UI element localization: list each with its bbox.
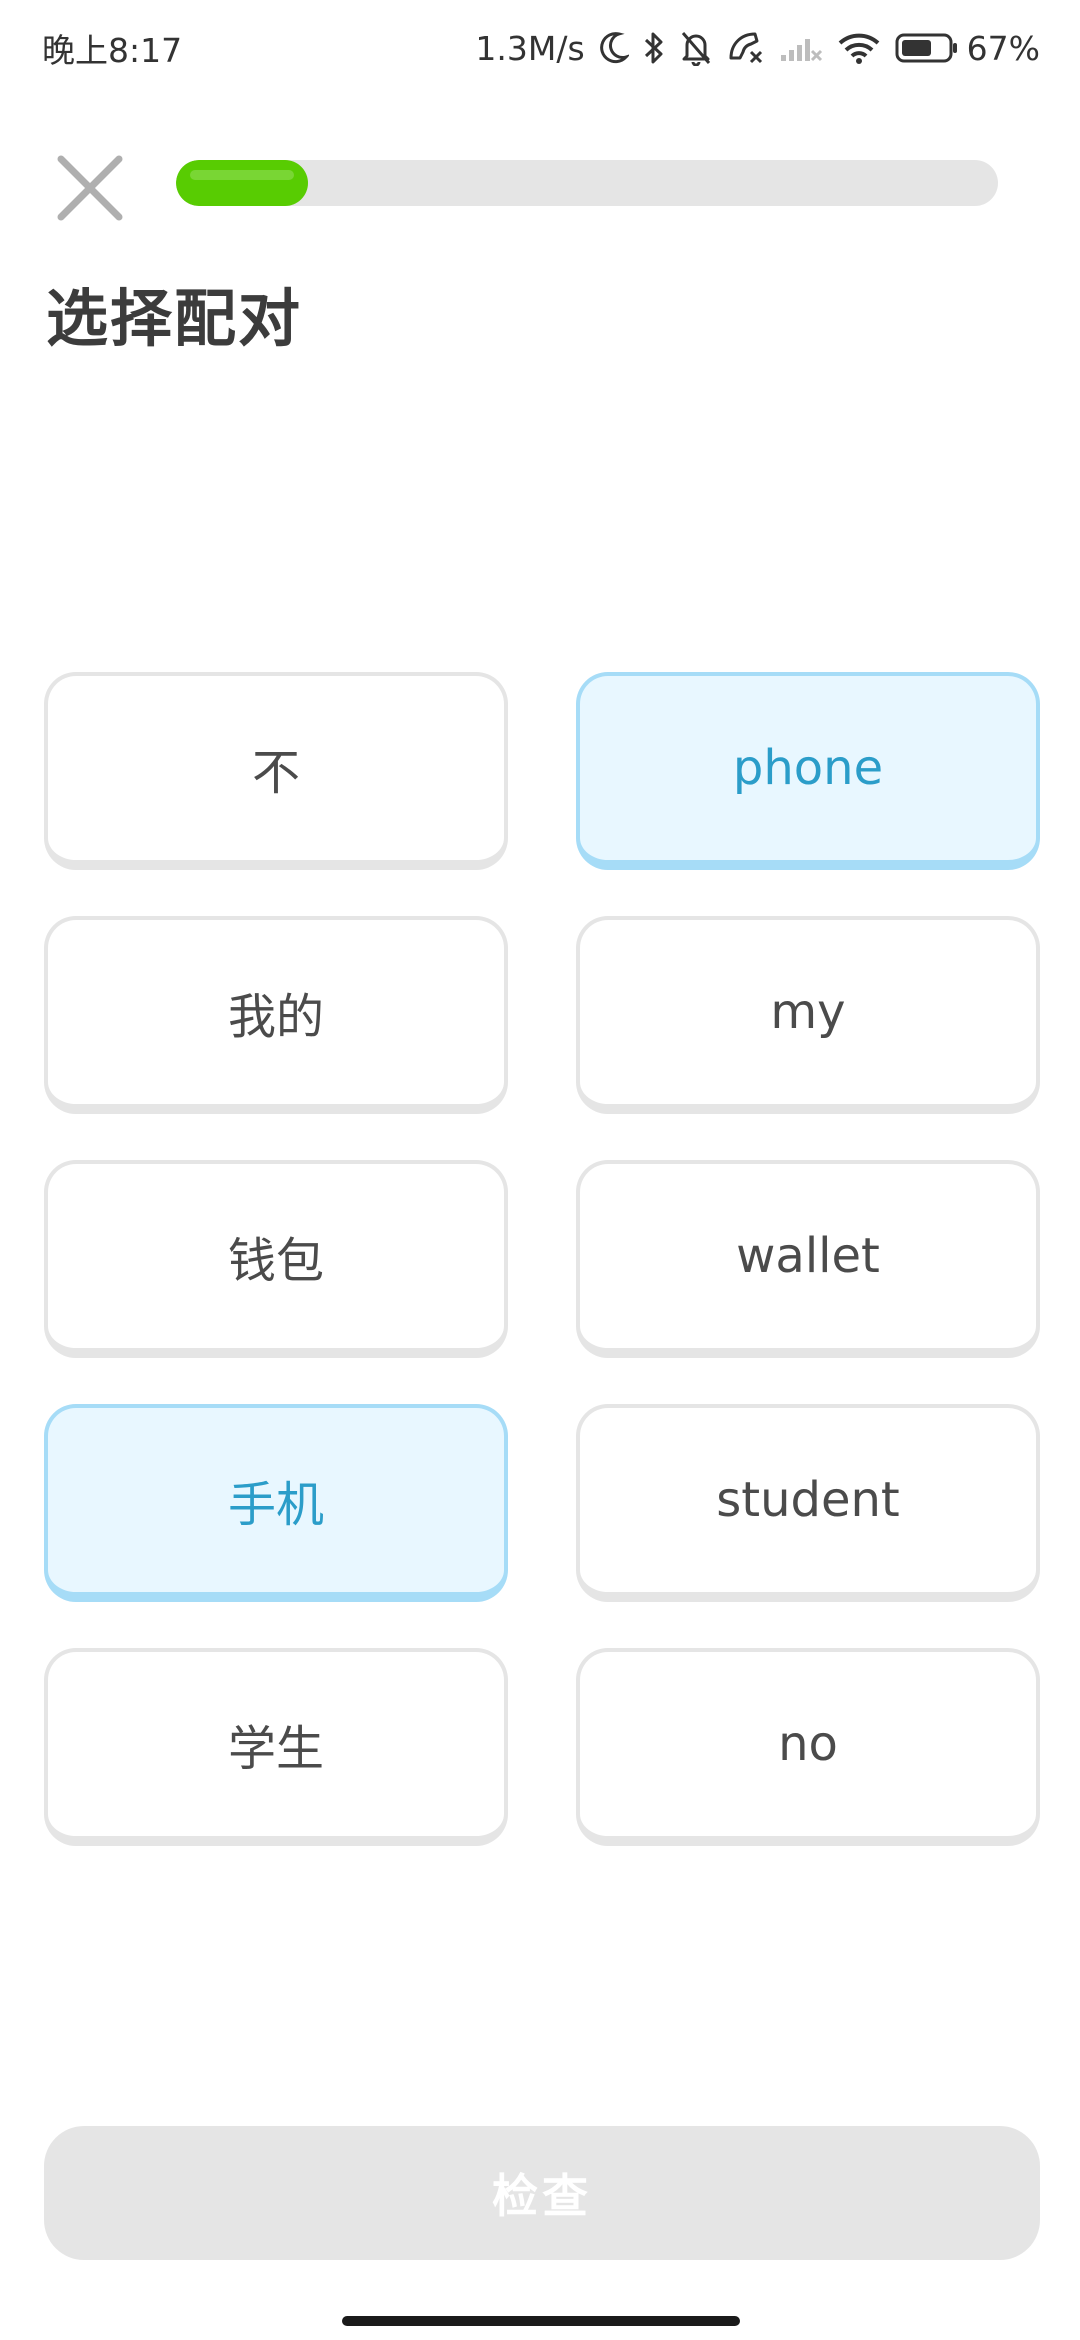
wifi-icon	[837, 32, 881, 64]
lesson-progress-fill	[176, 160, 308, 206]
match-grid: 不 phone 我的 my 钱包 wallet 手机 student 学生 no	[44, 672, 1040, 1846]
page-title: 选择配对	[46, 282, 303, 355]
check-button[interactable]: 检查	[44, 2126, 1040, 2260]
tile-right-5[interactable]: no	[576, 1648, 1040, 1846]
status-icons: 1.3M/s 67%	[475, 29, 1040, 68]
progress-highlight	[190, 170, 294, 180]
network-speed: 1.3M/s	[475, 28, 585, 68]
cell-signal-icon	[779, 33, 823, 63]
moon-icon	[599, 31, 629, 65]
battery-icon	[895, 33, 959, 63]
tile-left-1[interactable]: 不	[44, 672, 508, 870]
app-screen: 晚上8:17 1.3M/s 67% 选择配对 不 phone 我的 my 钱包 …	[0, 0, 1080, 2340]
close-icon	[57, 155, 123, 221]
battery-percent: 67%	[966, 28, 1040, 68]
tile-left-3[interactable]: 钱包	[44, 1160, 508, 1358]
home-indicator[interactable]	[342, 2316, 740, 2326]
lesson-progress-bar	[176, 160, 998, 206]
bluetooth-icon	[643, 30, 665, 66]
tile-left-4[interactable]: 手机	[44, 1404, 508, 1602]
tile-right-4[interactable]: student	[576, 1404, 1040, 1602]
status-time: 晚上8:17	[42, 31, 183, 70]
mute-bell-icon	[679, 30, 713, 66]
tile-left-5[interactable]: 学生	[44, 1648, 508, 1846]
status-bar: 晚上8:17 1.3M/s 67%	[0, 0, 1080, 96]
tile-right-2[interactable]: my	[576, 916, 1040, 1114]
tile-right-1[interactable]: phone	[576, 672, 1040, 870]
missed-call-icon	[727, 30, 765, 66]
battery-indicator: 67%	[895, 29, 1040, 68]
close-button[interactable]	[50, 148, 130, 228]
tile-right-3[interactable]: wallet	[576, 1160, 1040, 1358]
tile-left-2[interactable]: 我的	[44, 916, 508, 1114]
